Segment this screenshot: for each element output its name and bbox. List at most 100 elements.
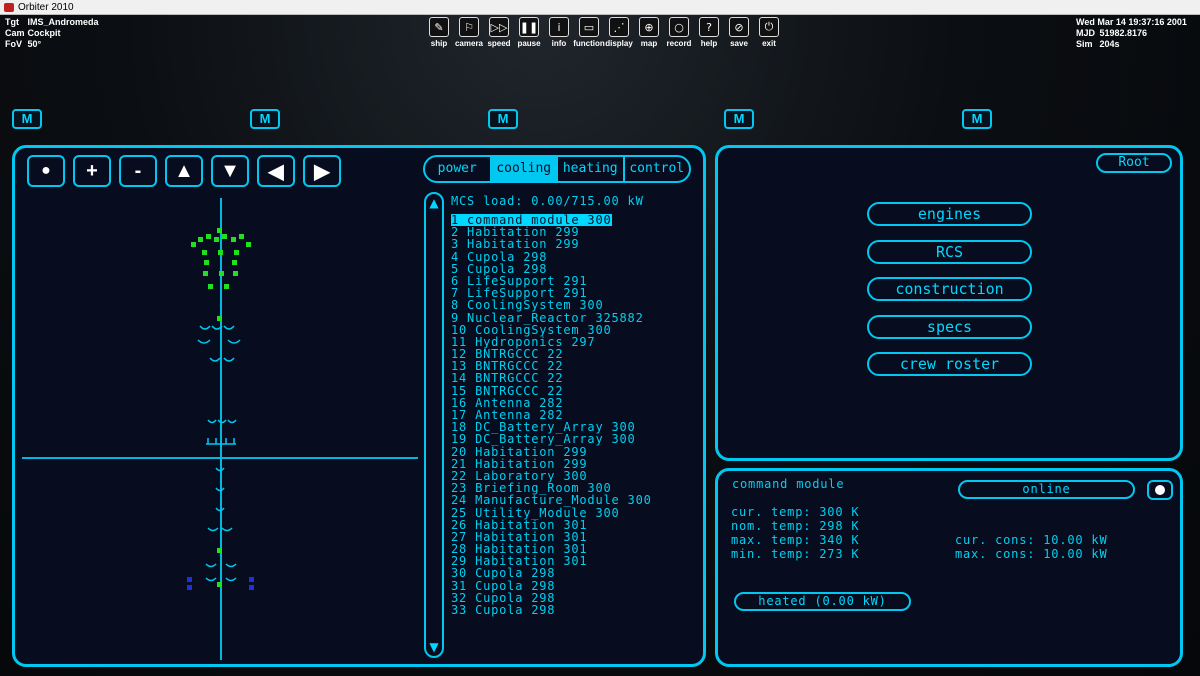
list-item[interactable]: 33 Cupola 298 [451,604,652,616]
status-badge[interactable]: online [958,480,1135,499]
mfd-mode-button-3[interactable]: M [488,109,518,129]
toolbar-label: display [605,39,633,48]
list-item[interactable]: 30 Cupola 298 [451,567,652,579]
root-button[interactable]: Root [1096,153,1172,173]
list-item[interactable]: 14 BNTRGCCC 22 [451,372,652,384]
list-item[interactable]: 8 CoolingSystem 300 [451,299,652,311]
list-item[interactable]: 4 Cupola 298 [451,250,652,262]
toolbar-function-button[interactable]: ▭ function [573,17,605,48]
pause-icon: ❚❚ [519,17,539,37]
pan-down-button[interactable]: ▼ [211,155,249,187]
hud-target-row: Tgt IMS_Andromeda [5,17,99,28]
tab-cooling[interactable]: cooling [491,157,558,181]
specs-button[interactable]: specs [867,315,1032,339]
toolbar-label: function [573,39,605,48]
toolbar-record-button[interactable]: ○ record [664,17,694,48]
hud-key: Cam [5,28,25,38]
hud-value: IMS_Andromeda [27,17,99,27]
toolbar-info-button[interactable]: i info [544,17,574,48]
module-list-scrollbar[interactable]: ▲ ▼ [424,192,444,658]
toolbar-camera-button[interactable]: ⚐ camera [454,17,484,48]
max-temp-readout: max. temp: 340 K [731,533,860,547]
toolbar-label: camera [454,39,484,48]
toolbar-ship-button[interactable]: ✎ ship [424,17,454,48]
station-schematic[interactable] [20,192,420,662]
pan-right-button[interactable]: ▶ [303,155,341,187]
list-item[interactable]: 15 BNTRGCCC 22 [451,384,652,396]
mfd-mode-button-2[interactable]: M [250,109,280,129]
list-item[interactable]: 19 DC_Battery_Array 300 [451,433,652,445]
toolbar-label: map [640,39,658,48]
menu-panel [715,145,1183,461]
scroll-up-icon[interactable]: ▲ [428,196,440,210]
camera-icon: ⚐ [459,17,479,37]
mfd-mode-button-5[interactable]: M [962,109,992,129]
list-item[interactable]: 24 Manufacture_Module 300 [451,494,652,506]
mfd-mode-button-4[interactable]: M [724,109,754,129]
min-temp-readout: min. temp: 273 K [731,547,860,561]
module-name: command module [732,477,845,491]
subsystem-tabs: power cooling heating control [423,155,691,183]
cur-temp-readout: cur. temp: 300 K [731,505,860,519]
hud-datetime: Wed Mar 14 19:37:16 2001 [1076,17,1187,27]
list-item[interactable]: 25 Utility_Module 300 [451,506,652,518]
list-item[interactable]: 31 Cupola 298 [451,579,652,591]
toolbar-pause-button[interactable]: ❚❚ pause [514,17,544,48]
hud-key: MJD [1076,28,1096,38]
toolbar-label: ship [430,39,448,48]
map-icon: ⊕ [639,17,659,37]
scroll-down-icon[interactable]: ▼ [428,640,440,654]
ship-icon: ✎ [429,17,449,37]
pan-left-button[interactable]: ◀ [257,155,295,187]
toolbar-label: save [730,39,748,48]
toolbar-label: exit [762,39,776,48]
hud-sim-row: Sim 204s [1076,39,1187,50]
module-list: 1 command module 300 2 Habitation 299 3 … [451,214,652,616]
crew-roster-button[interactable]: crew roster [867,352,1032,376]
list-item[interactable]: 9 Nuclear_Reactor 325882 [451,311,652,323]
dot-icon [1155,485,1165,495]
zoom-out-button[interactable]: - [119,155,157,187]
list-item[interactable]: 3 Habitation 299 [451,238,652,250]
toolbar-label: info [551,39,567,48]
center-view-button[interactable]: ● [27,155,65,187]
hud-right-info: Wed Mar 14 19:37:16 2001 MJD 51982.8176 … [1076,17,1187,50]
display-icon: ⋰ [609,17,629,37]
hud-value: Cockpit [27,28,61,38]
list-item[interactable]: 20 Habitation 299 [451,445,652,457]
main-toolbar: ✎ ship ⚐ camera ▷▷ speed ❚❚ pause i info ▭ fun… [424,17,784,48]
hud-value: 50° [27,39,42,49]
toolbar-display-button[interactable]: ⋰ display [604,17,634,48]
tab-heating[interactable]: heating [558,157,625,181]
toolbar-save-button[interactable]: ⊘ save [724,17,754,48]
cur-cons-readout: cur. cons: 10.00 kW [955,533,1108,547]
toolbar-speed-button[interactable]: ▷▷ speed [484,17,514,48]
toolbar-exit-button[interactable]: ⏻ exit [754,17,784,48]
pan-up-button[interactable]: ▲ [165,155,203,187]
mcs-load-readout: MCS load: 0.00/715.00 kW [451,194,644,208]
toolbar-label: speed [487,39,511,48]
hud-value: 51982.8176 [1099,28,1148,38]
save-icon: ⊘ [729,17,749,37]
tab-power[interactable]: power [425,157,492,181]
hud-mjd-row: MJD 51982.8176 [1076,28,1187,39]
mfd-mode-button-1[interactable]: M [12,109,42,129]
heated-toggle-button[interactable]: heated (0.00 kW) [734,592,911,611]
toolbar-help-button[interactable]: ? help [694,17,724,48]
rcs-button[interactable]: RCS [867,240,1032,264]
toolbar-label: help [700,39,718,48]
hud-key: Sim [1076,39,1093,49]
zoom-in-button[interactable]: + [73,155,111,187]
toolbar-label: record [666,39,692,48]
engines-button[interactable]: engines [867,202,1032,226]
toggle-button[interactable] [1147,480,1173,500]
toolbar-label: pause [517,39,541,48]
toolbar-map-button[interactable]: ⊕ map [634,17,664,48]
record-icon: ○ [669,17,689,37]
app-icon [4,3,14,12]
tab-control[interactable]: control [625,157,690,181]
construction-button[interactable]: construction [867,277,1032,301]
window-title: Orbiter 2010 [18,2,74,13]
speed-icon: ▷▷ [489,17,509,37]
hud-key: FoV [5,39,22,49]
